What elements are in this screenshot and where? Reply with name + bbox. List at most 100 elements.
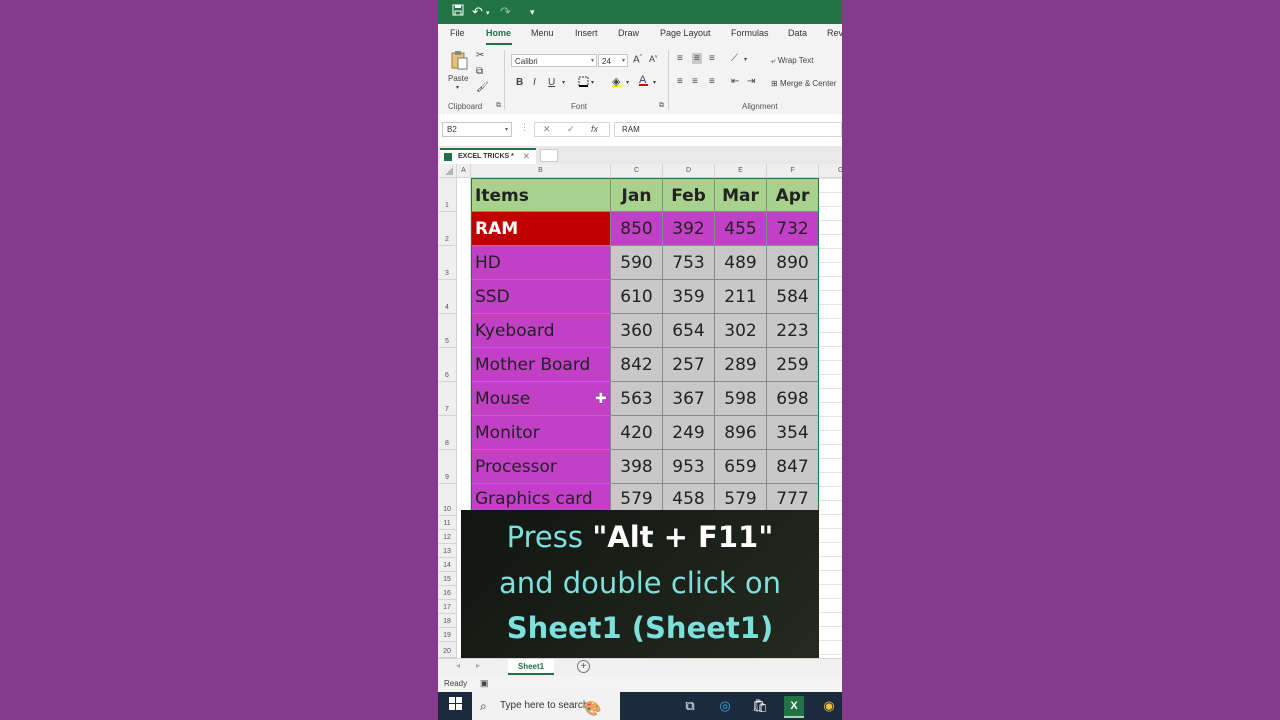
italic-button[interactable]: I xyxy=(533,77,536,88)
table-header-mar[interactable]: Mar xyxy=(715,178,767,212)
table-cell[interactable]: 896 xyxy=(715,416,767,450)
decrease-indent-icon[interactable]: ⇤ xyxy=(731,76,739,87)
name-box[interactable]: B2 ▾ xyxy=(442,122,512,137)
row-header[interactable]: 8 xyxy=(438,416,457,450)
row-header[interactable]: 14 xyxy=(438,558,457,572)
table-cell[interactable]: 610 xyxy=(611,280,663,314)
row-header[interactable]: 10 xyxy=(438,484,457,516)
row-header[interactable]: 5 xyxy=(438,314,457,348)
decrease-font-icon[interactable]: Av xyxy=(649,54,658,64)
table-header-items[interactable]: Items xyxy=(471,178,611,212)
excel-taskbar-icon[interactable]: X xyxy=(784,696,804,718)
table-cell[interactable]: 249 xyxy=(663,416,715,450)
add-sheet-icon[interactable]: + xyxy=(577,660,590,673)
table-header-jan[interactable]: Jan xyxy=(611,178,663,212)
tab-data[interactable]: Data xyxy=(788,28,807,38)
row-header[interactable]: 13 xyxy=(438,544,457,558)
tab-file[interactable]: File xyxy=(450,28,465,38)
sheet-tab-sheet1[interactable]: Sheet1 xyxy=(508,659,554,675)
chrome-icon[interactable]: ◉ xyxy=(819,696,839,716)
cancel-icon[interactable]: ✕ xyxy=(543,124,551,135)
table-cell[interactable]: 890 xyxy=(767,246,819,280)
table-cell-item[interactable]: Monitor xyxy=(471,416,611,450)
enter-icon[interactable]: ✓ xyxy=(567,124,575,135)
table-cell[interactable]: 392 xyxy=(663,212,715,246)
align-bottom-icon[interactable]: ≡ xyxy=(709,53,715,64)
increase-indent-icon[interactable]: ⇥ xyxy=(747,76,755,87)
font-size-combo[interactable]: 24 ▾ xyxy=(598,54,628,67)
tab-insert[interactable]: Insert xyxy=(575,28,598,38)
row-header[interactable]: 16 xyxy=(438,586,457,600)
table-cell[interactable]: 211 xyxy=(715,280,767,314)
table-cell[interactable]: 455 xyxy=(715,212,767,246)
customize-toolbar-icon[interactable]: ▾ xyxy=(530,3,535,21)
table-header-apr[interactable]: Apr xyxy=(767,178,819,212)
table-header-feb[interactable]: Feb xyxy=(663,178,715,212)
bold-button[interactable]: B xyxy=(516,77,523,88)
cut-icon[interactable]: ✂ xyxy=(476,50,484,61)
table-cell[interactable]: 654 xyxy=(663,314,715,348)
tab-menu[interactable]: Menu xyxy=(531,28,554,38)
table-cell[interactable]: 584 xyxy=(767,280,819,314)
table-cell[interactable]: 360 xyxy=(611,314,663,348)
scroll-left-icon[interactable]: ◂ xyxy=(456,661,460,670)
tab-formulas[interactable]: Formulas xyxy=(731,28,769,38)
table-cell-item[interactable]: Kyeboard xyxy=(471,314,611,348)
table-cell-item[interactable]: Processor xyxy=(471,450,611,484)
table-cell[interactable]: 847 xyxy=(767,450,819,484)
table-cell[interactable]: 359 xyxy=(663,280,715,314)
borders-dropdown-icon[interactable]: ▾ xyxy=(591,79,594,86)
column-header-e[interactable]: E xyxy=(715,164,767,178)
tab-page-layout[interactable]: Page Layout xyxy=(660,28,711,38)
tab-draw[interactable]: Draw xyxy=(618,28,639,38)
row-header[interactable]: 1 xyxy=(438,178,457,212)
table-cell-item[interactable]: HD xyxy=(471,246,611,280)
fill-dropdown-icon[interactable]: ▾ xyxy=(626,79,629,86)
align-top-icon[interactable]: ≡ xyxy=(677,53,683,64)
font-color-icon[interactable]: A xyxy=(639,74,648,86)
taskbar-search[interactable]: ⌕ Type here to search 🎨 xyxy=(472,692,620,720)
edge-icon[interactable]: ◎ xyxy=(715,696,735,716)
format-painter-icon[interactable]: 🖌 xyxy=(476,82,489,93)
column-header-g[interactable]: G xyxy=(819,164,842,178)
accessibility-icon[interactable]: ▣ xyxy=(480,678,489,689)
row-header[interactable]: 12 xyxy=(438,530,457,544)
clipboard-dialog-launcher-icon[interactable]: ⧉ xyxy=(496,102,501,110)
formula-input[interactable]: RAM xyxy=(614,122,842,137)
workbook-tab[interactable]: EXCEL TRICKS * ✕ xyxy=(440,148,536,164)
orientation-icon[interactable]: ⟋ xyxy=(731,53,738,64)
table-cell[interactable]: 354 xyxy=(767,416,819,450)
table-cell-item[interactable]: Mouse xyxy=(471,382,611,416)
row-header[interactable]: 15 xyxy=(438,572,457,586)
save-icon[interactable] xyxy=(452,3,464,21)
paste-icon[interactable] xyxy=(448,50,470,70)
table-cell-item-selected[interactable]: RAM xyxy=(471,212,611,246)
row-header[interactable]: 19 xyxy=(438,628,457,642)
table-cell[interactable]: 420 xyxy=(611,416,663,450)
table-cell[interactable]: 590 xyxy=(611,246,663,280)
table-cell[interactable]: 659 xyxy=(715,450,767,484)
align-left-icon[interactable]: ≡ xyxy=(677,76,683,87)
store-icon[interactable]: 🛍 xyxy=(750,696,770,716)
row-header[interactable]: 3 xyxy=(438,246,457,280)
scroll-right-icon[interactable]: ▸ xyxy=(476,661,480,670)
table-cell[interactable]: 259 xyxy=(767,348,819,382)
copy-icon[interactable]: ⧉ xyxy=(476,66,483,77)
task-view-icon[interactable]: ⧉ xyxy=(680,696,700,716)
table-cell-item[interactable]: SSD xyxy=(471,280,611,314)
table-cell-item[interactable]: Mother Board xyxy=(471,348,611,382)
row-header[interactable]: 18 xyxy=(438,614,457,628)
underline-dropdown-icon[interactable]: ▾ xyxy=(562,79,565,86)
table-cell[interactable]: 223 xyxy=(767,314,819,348)
select-all-corner[interactable] xyxy=(438,164,457,178)
table-cell[interactable]: 732 xyxy=(767,212,819,246)
new-workbook-tab-button[interactable] xyxy=(540,149,558,162)
table-cell[interactable]: 842 xyxy=(611,348,663,382)
row-header[interactable]: 20 xyxy=(438,642,457,658)
paste-label[interactable]: Paste xyxy=(448,74,468,83)
align-right-icon[interactable]: ≡ xyxy=(709,76,715,87)
column-header-f[interactable]: F xyxy=(767,164,819,178)
close-icon[interactable]: ✕ xyxy=(522,150,530,163)
row-header[interactable]: 6 xyxy=(438,348,457,382)
row-header[interactable]: 11 xyxy=(438,516,457,530)
